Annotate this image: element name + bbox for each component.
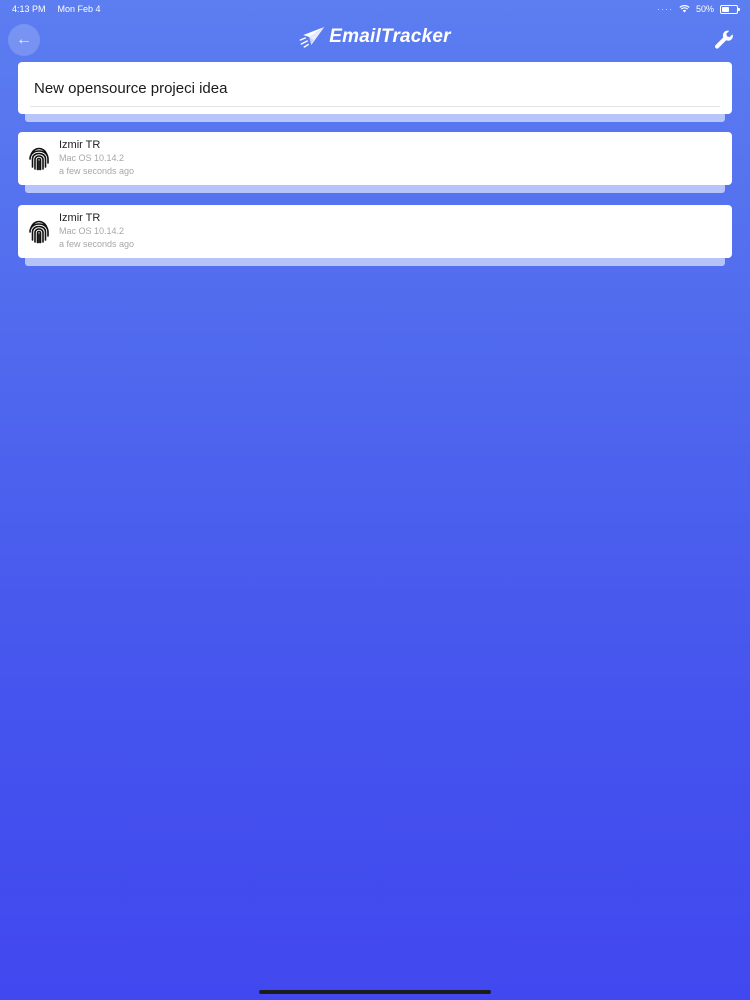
dots-icon: ····: [656, 4, 673, 14]
open-event-wrap: Izmir TR Mac OS 10.14.2 a few seconds ag…: [18, 205, 732, 266]
battery-percent: 50%: [695, 4, 714, 14]
status-left: 4:13 PM Mon Feb 4: [12, 4, 101, 14]
status-date: Mon Feb 4: [57, 4, 101, 14]
logo-text: EmailTracker: [329, 26, 451, 47]
paper-plane-icon: [299, 27, 325, 48]
nav-bar: ← EmailTracker: [0, 22, 750, 58]
open-os: Mac OS 10.14.2: [59, 226, 125, 236]
email-title-card-wrap: New opensource projeci idea: [18, 62, 732, 122]
open-event-item[interactable]: Izmir TR Mac OS 10.14.2 a few seconds ag…: [18, 205, 732, 258]
battery-fill: [722, 6, 729, 12]
open-os: Mac OS 10.14.2: [59, 153, 125, 163]
arrow-left-icon: ←: [16, 31, 32, 48]
wrench-icon: [715, 30, 733, 49]
open-location: Izmir TR: [59, 139, 101, 151]
open-time: a few seconds ago: [59, 166, 135, 176]
back-button[interactable]: ←: [8, 24, 40, 56]
fingerprint-icon: [29, 220, 49, 243]
status-time: 4:13 PM: [12, 4, 46, 14]
email-title: New opensource projeci idea: [34, 80, 228, 97]
email-title-card: New opensource projeci idea: [18, 62, 732, 114]
status-right: ···· 50%: [656, 4, 740, 14]
open-event-details: Izmir TR Mac OS 10.14.2 a few seconds ag…: [59, 212, 134, 251]
settings-button[interactable]: [712, 28, 736, 52]
title-divider: [30, 106, 720, 107]
wifi-icon: [679, 5, 690, 13]
open-event-item[interactable]: Izmir TR Mac OS 10.14.2 a few seconds ag…: [18, 132, 732, 185]
battery-icon: [720, 4, 740, 14]
fingerprint-icon: [29, 147, 49, 170]
app-logo: EmailTracker: [299, 26, 451, 48]
open-time: a few seconds ago: [59, 239, 135, 249]
open-event-details: Izmir TR Mac OS 10.14.2 a few seconds ag…: [59, 139, 134, 178]
open-event-wrap: Izmir TR Mac OS 10.14.2 a few seconds ag…: [18, 132, 732, 193]
home-indicator[interactable]: [259, 990, 491, 994]
open-location: Izmir TR: [59, 212, 101, 224]
status-bar: 4:13 PM Mon Feb 4 ···· 50%: [0, 0, 750, 18]
